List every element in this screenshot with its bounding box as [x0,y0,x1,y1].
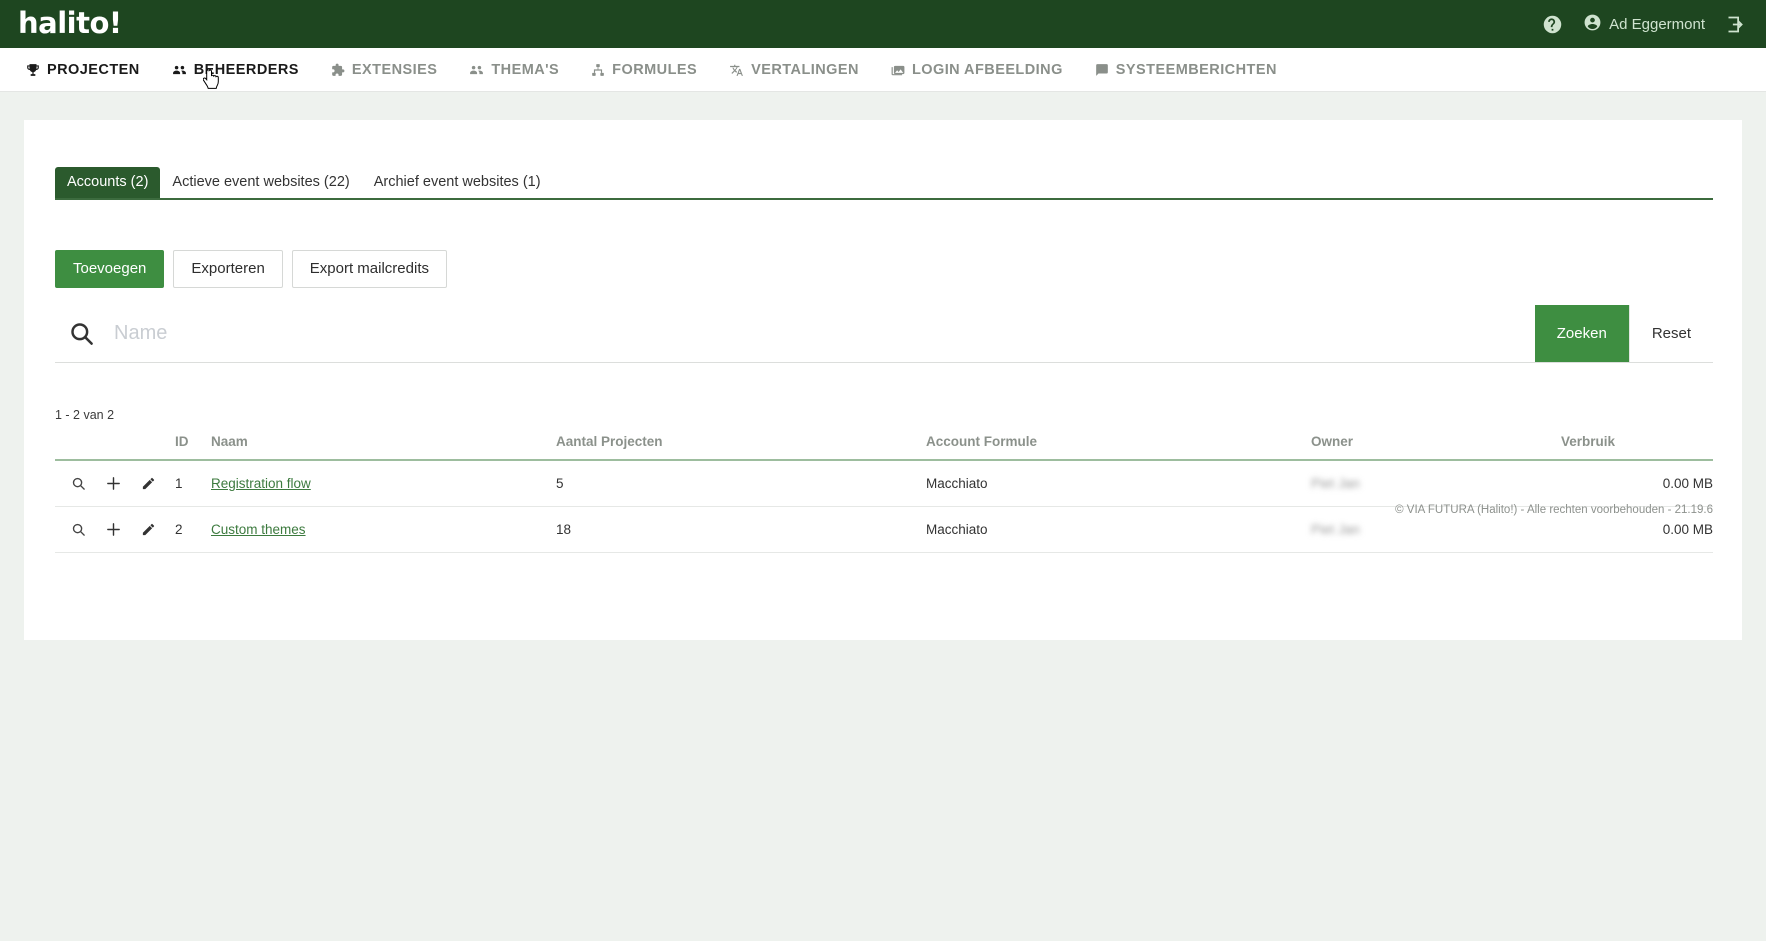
logout-icon[interactable] [1725,14,1746,35]
people-icon [172,63,187,77]
nav-label-formules: FORMULES [612,61,698,78]
nav-item-login-afbeelding[interactable]: LOGIN AFBEELDING [891,62,1063,78]
pencil-icon[interactable] [141,476,156,491]
th-actions [55,428,175,461]
nav-item-projecten[interactable]: PROJECTEN [26,62,140,78]
magnify-icon[interactable] [71,476,86,491]
th-owner: Owner [1311,428,1561,461]
search-row: Zoeken Reset [55,305,1713,363]
cell-naam: Custom themes [211,506,556,553]
account-circle-icon [1583,13,1602,36]
cell-id: 2 [175,506,211,553]
owner-redacted-value: Piet Jan [1311,476,1360,491]
puzzle-icon [331,63,345,77]
tab-accounts[interactable]: Accounts (2) [55,166,161,198]
nav-item-themas[interactable]: THEMA'S [469,62,559,78]
halito-logo[interactable]: halito! [18,8,122,38]
nav-label-projecten: PROJECTEN [47,61,140,78]
nav-item-systeemberichten[interactable]: SYSTEEMBERICHTEN [1095,62,1277,78]
table-row[interactable]: 1 Registration flow 5 Macchiato Piet Jan… [55,460,1713,507]
nav-label-beheerders: BEHEERDERS [193,61,299,78]
cell-aantal-projecten: 18 [556,506,926,553]
nav-label-systeemberichten: SYSTEEMBERICHTEN [1115,61,1277,78]
nav-label-vertalingen: VERTALINGEN [751,61,859,78]
th-aantal-projecten: Aantal Projecten [556,428,926,461]
th-naam: Naam [211,428,556,461]
nav-item-extensies[interactable]: EXTENSIES [331,62,437,78]
cell-naam: Registration flow [211,460,556,507]
th-id: ID [175,428,211,461]
content-card: Accounts (2) Actieve event websites (22)… [24,120,1742,640]
exporteren-button[interactable]: Exporteren [173,250,283,288]
top-header-bar: halito! Ad Eggermont [0,0,1766,48]
magnify-icon[interactable] [71,522,86,537]
image-icon [891,63,905,77]
cell-verbruik: 0.00 MB [1561,460,1713,507]
zoeken-button[interactable]: Zoeken [1534,305,1629,362]
action-button-row: Toevoegen Exporteren Export mailcredits [55,250,456,288]
table-header: ID Naam Aantal Projecten Account Formule… [55,428,1713,461]
cell-account-formule: Macchiato [926,460,1311,507]
nav-label-login-afbeelding: LOGIN AFBEELDING [911,61,1063,78]
sitemap-icon [591,63,605,77]
cell-account-formule: Macchiato [926,506,1311,553]
export-mailcredits-button[interactable]: Export mailcredits [291,250,447,288]
nav-item-beheerders[interactable]: BEHEERDERS [172,62,299,78]
row-actions [55,460,175,507]
header-actions: Ad Eggermont [1542,13,1746,36]
pencil-icon[interactable] [141,522,156,537]
cell-id: 1 [175,460,211,507]
search-action-buttons: Zoeken Reset [1534,305,1713,362]
translate-icon [729,63,744,77]
row-actions [55,506,175,553]
nav-label-extensies: EXTENSIES [351,61,438,78]
reset-button[interactable]: Reset [1628,305,1713,362]
account-link[interactable]: Registration flow [211,476,311,491]
toevoegen-button[interactable]: Toevoegen [55,250,165,288]
plus-icon[interactable] [105,475,122,492]
cell-aantal-projecten: 5 [556,460,926,507]
tab-archief-event-websites[interactable]: Archief event websites (1) [362,167,553,199]
user-name-label: Ad Eggermont [1609,15,1705,33]
table-header-row: ID Naam Aantal Projecten Account Formule… [55,428,1713,461]
th-account-formule: Account Formule [926,428,1311,461]
tab-strip: Accounts (2) Actieve event websites (22)… [55,166,1713,200]
main-navigation: PROJECTEN BEHEERDERS EXTENSIES THEMA'S F… [0,48,1766,92]
group-icon [469,63,484,77]
search-input[interactable] [114,322,1535,345]
owner-redacted-value: Piet Jan [1311,522,1360,537]
cell-owner: Piet Jan [1311,460,1561,507]
nav-item-vertalingen[interactable]: VERTALINGEN [729,62,859,78]
accounts-table: ID Naam Aantal Projecten Account Formule… [55,428,1713,553]
tab-actieve-event-websites[interactable]: Actieve event websites (22) [160,167,361,199]
nav-label-themas: THEMA'S [491,61,560,78]
search-icon [68,320,95,347]
th-verbruik: Verbruik [1561,428,1713,461]
trophy-icon [26,63,40,77]
result-count-label: 1 - 2 van 2 [55,408,115,422]
nav-item-formules[interactable]: FORMULES [591,62,697,78]
message-icon [1095,63,1109,77]
account-link[interactable]: Custom themes [211,522,306,537]
help-circle-icon[interactable] [1542,14,1563,35]
copyright-footer: © VIA FUTURA (Halito!) - Alle rechten vo… [1395,504,1713,516]
plus-icon[interactable] [105,521,122,538]
user-menu[interactable]: Ad Eggermont [1583,13,1705,36]
